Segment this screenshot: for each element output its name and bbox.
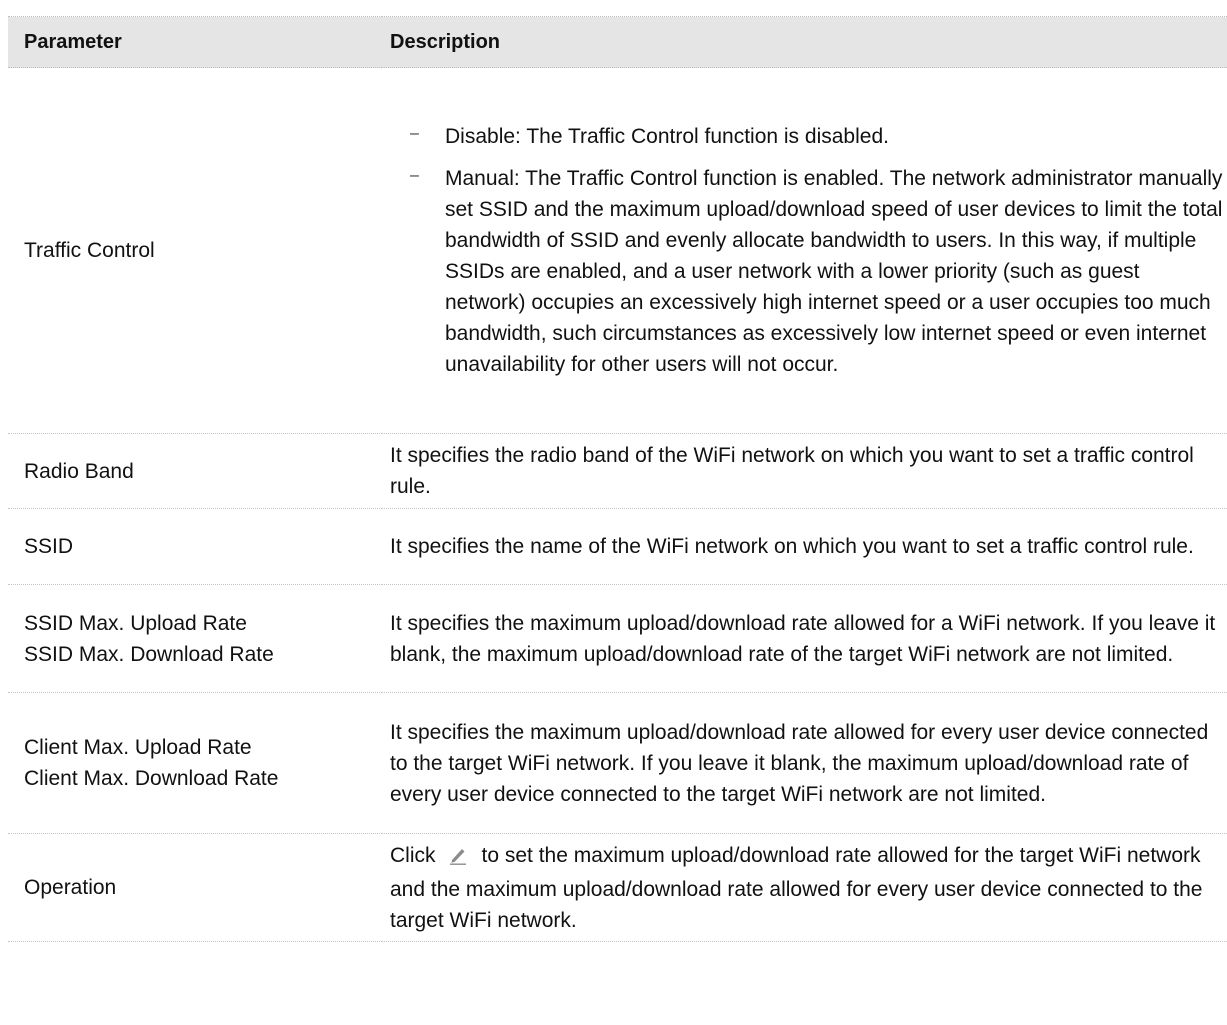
dash-bullet-icon: – <box>410 167 419 184</box>
parameter-table: Parameter Description Traffic Control – … <box>8 16 1227 942</box>
table-row-ssid-rate: SSID Max. Upload Rate SSID Max. Download… <box>8 584 1227 693</box>
param-client-download: Client Max. Download Rate <box>24 767 279 790</box>
desc-ssid-rate: It specifies the maximum upload/download… <box>382 584 1227 693</box>
option-manual-text: Manual: The Traffic Control function is … <box>445 167 1223 376</box>
desc-operation-text: to set the maximum upload/download rate … <box>390 843 1203 932</box>
desc-ssid: It specifies the name of the WiFi networ… <box>382 508 1227 585</box>
param-traffic-control: Traffic Control <box>8 67 382 434</box>
table-header-row: Parameter Description <box>8 16 1227 68</box>
param-ssid-upload: SSID Max. Upload Rate <box>24 611 247 635</box>
header-parameter: Parameter <box>8 16 382 68</box>
option-manual: – Manual: The Traffic Control function i… <box>410 163 1223 380</box>
desc-client-rate: It specifies the maximum upload/download… <box>382 692 1227 834</box>
desc-traffic-control: – Disable: The Traffic Control function … <box>382 67 1227 434</box>
param-ssid: SSID <box>8 508 382 585</box>
header-description: Description <box>382 16 1227 68</box>
param-operation: Operation <box>8 833 382 942</box>
param-client-rate: Client Max. Upload Rate Client Max. Down… <box>8 692 382 834</box>
param-radio-band: Radio Band <box>8 433 382 509</box>
param-ssid-download: SSID Max. Download Rate <box>24 642 274 666</box>
table-row-traffic-control: Traffic Control – Disable: The Traffic C… <box>8 67 1227 434</box>
option-disable: – Disable: The Traffic Control function … <box>410 121 1223 152</box>
traffic-control-options: – Disable: The Traffic Control function … <box>390 121 1223 380</box>
table-row-operation: Operation Click to set the maximum upload… <box>8 833 1227 942</box>
edit-icon <box>448 843 468 874</box>
param-ssid-rate: SSID Max. Upload Rate SSID Max. Download… <box>8 584 382 693</box>
param-client-upload: Client Max. Upload Rate <box>24 736 252 759</box>
table-row-ssid: SSID It specifies the name of the WiFi n… <box>8 508 1227 585</box>
option-disable-text: Disable: The Traffic Control function is… <box>445 125 889 148</box>
desc-radio-band: It specifies the radio band of the WiFi … <box>382 433 1227 509</box>
table-row-radio-band: Radio Band It specifies the radio band o… <box>8 433 1227 509</box>
desc-operation: Click to set the maximum upload/download … <box>382 833 1227 942</box>
desc-operation-click: Click <box>390 843 436 867</box>
dash-bullet-icon: – <box>410 125 419 142</box>
table-row-client-rate: Client Max. Upload Rate Client Max. Down… <box>8 692 1227 834</box>
